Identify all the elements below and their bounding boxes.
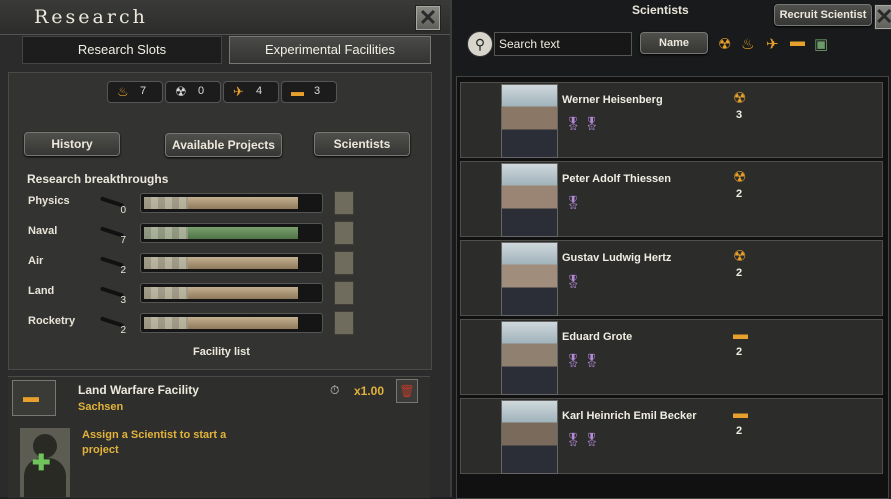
- tank-icon: ▬: [733, 326, 748, 343]
- medal-icon: 🎖: [565, 195, 584, 210]
- scientist-portrait: [501, 242, 558, 316]
- scientist-name: Peter Adolf Thiessen: [562, 173, 672, 185]
- breakthrough-bar: [140, 193, 323, 213]
- tank-icon: ▬: [291, 84, 304, 99]
- medal-icon: 🎖🎖: [565, 432, 603, 447]
- radar-icon[interactable]: ▣: [814, 35, 828, 53]
- tab-research-slots[interactable]: Research Slots: [22, 36, 222, 64]
- nuclear-icon: ☢: [175, 84, 187, 99]
- chevron-icon: [144, 317, 188, 329]
- tab-experimental-facilities[interactable]: Experimental Facilities: [229, 36, 431, 64]
- scientist-name: Gustav Ludwig Hertz: [562, 252, 672, 264]
- scientist-card[interactable]: Eduard Grote 🎖🎖 ▬ 2: [460, 319, 883, 395]
- research-title: Research: [34, 6, 148, 28]
- industry-icon: ♨: [117, 84, 129, 99]
- breakthrough-label: Naval: [28, 225, 58, 237]
- chevron-icon: [144, 257, 188, 269]
- history-button[interactable]: History: [24, 132, 120, 156]
- facility-name: Land Warfare Facility: [78, 383, 199, 397]
- breakthrough-card[interactable]: [334, 221, 354, 245]
- tank-icon: ▬: [733, 405, 748, 422]
- breakthrough-value: 3: [120, 295, 126, 306]
- search-input[interactable]: Search text: [494, 32, 632, 56]
- medal-icon: 🎖🎖: [565, 353, 603, 368]
- close-icon[interactable]: ✕: [415, 5, 441, 31]
- assign-scientist-text: Assign a Scientist to start a project: [82, 429, 227, 456]
- scientist-level: 3: [736, 109, 743, 121]
- air-icon: ✈: [233, 84, 244, 99]
- available-projects-button[interactable]: Available Projects: [165, 133, 282, 157]
- breakthrough-bar: [140, 223, 323, 243]
- scientist-level: 2: [736, 425, 743, 437]
- breakthrough-label: Rocketry: [28, 315, 76, 327]
- scientist-name: Karl Heinrich Emil Becker: [562, 410, 697, 422]
- breakthrough-card[interactable]: [334, 281, 354, 305]
- nuclear-icon: ☢: [733, 90, 747, 107]
- counter-air: ✈ 4: [223, 81, 279, 103]
- scientist-level: 2: [736, 346, 743, 358]
- scientist-portrait: [501, 321, 558, 395]
- breakthrough-card[interactable]: [334, 191, 354, 215]
- air-icon[interactable]: ✈: [766, 35, 779, 53]
- nuclear-icon[interactable]: ☢: [718, 35, 731, 53]
- scientist-portrait: [501, 84, 558, 158]
- scientist-placeholder-avatar[interactable]: ✚: [20, 428, 70, 497]
- scientist-portrait: [501, 400, 558, 474]
- breakthrough-value: 7: [120, 235, 126, 246]
- breakthrough-bar: [140, 313, 323, 333]
- tank-icon: ▬: [12, 380, 56, 416]
- breakthrough-bar: [140, 283, 323, 303]
- scientist-card[interactable]: Karl Heinrich Emil Becker 🎖🎖 ▬ 2: [460, 398, 883, 474]
- scientist-card[interactable]: Gustav Ludwig Hertz 🎖 ☢ 2: [460, 240, 883, 316]
- scientist-card[interactable]: Werner Heisenberg 🎖🎖 ☢ 3: [460, 82, 883, 158]
- medal-icon: 🎖: [565, 274, 584, 289]
- industry-icon[interactable]: ♨: [741, 35, 754, 53]
- breakthrough-card[interactable]: [334, 311, 354, 335]
- chevron-icon: [144, 197, 188, 209]
- scientist-portrait: [501, 163, 558, 237]
- sort-by-name-button[interactable]: Name: [640, 32, 708, 54]
- add-icon: ✚: [32, 450, 51, 475]
- breakthrough-value: 2: [120, 325, 126, 336]
- counter-industry: ♨ 7: [107, 81, 163, 103]
- breakthrough-label: Land: [28, 285, 55, 297]
- chevron-icon: [144, 287, 188, 299]
- breakthrough-value: 2: [120, 265, 126, 276]
- scientists-button[interactable]: Scientists: [314, 132, 410, 156]
- scientist-name: Eduard Grote: [562, 331, 633, 343]
- breakthrough-label: Air: [28, 255, 44, 267]
- breakthrough-label: Physics: [28, 195, 70, 207]
- search-icon[interactable]: ⚲: [467, 31, 493, 57]
- scientist-card[interactable]: Peter Adolf Thiessen 🎖 ☢ 2: [460, 161, 883, 237]
- facility-location[interactable]: Sachsen: [78, 401, 123, 413]
- close-icon[interactable]: ✕: [874, 4, 891, 30]
- chevron-icon: [144, 227, 188, 239]
- scientist-level: 2: [736, 188, 743, 200]
- breakthroughs-title: Research breakthroughs: [27, 172, 169, 186]
- recruit-scientist-button[interactable]: Recruit Scientist: [774, 4, 872, 26]
- counter-nuclear: ☢ 0: [165, 81, 221, 103]
- breakthrough-value: 0: [120, 205, 126, 216]
- nuclear-icon: ☢: [733, 248, 747, 265]
- breakthrough-bar: [140, 253, 323, 273]
- tank-icon[interactable]: ▬: [790, 33, 805, 50]
- breakthrough-card[interactable]: [334, 251, 354, 275]
- speed-icon: ⏱: [330, 383, 340, 397]
- facility-list-title: Facility list: [193, 346, 250, 358]
- facility-multiplier: x1.00: [354, 384, 385, 398]
- medal-icon: 🎖🎖: [565, 116, 603, 131]
- scientist-level: 2: [736, 267, 743, 279]
- scientists-title: Scientists: [632, 3, 689, 17]
- trash-icon[interactable]: 🗑: [396, 379, 418, 403]
- scientist-name: Werner Heisenberg: [562, 94, 663, 106]
- counter-tank: ▬ 3: [281, 81, 337, 103]
- nuclear-icon: ☢: [733, 169, 747, 186]
